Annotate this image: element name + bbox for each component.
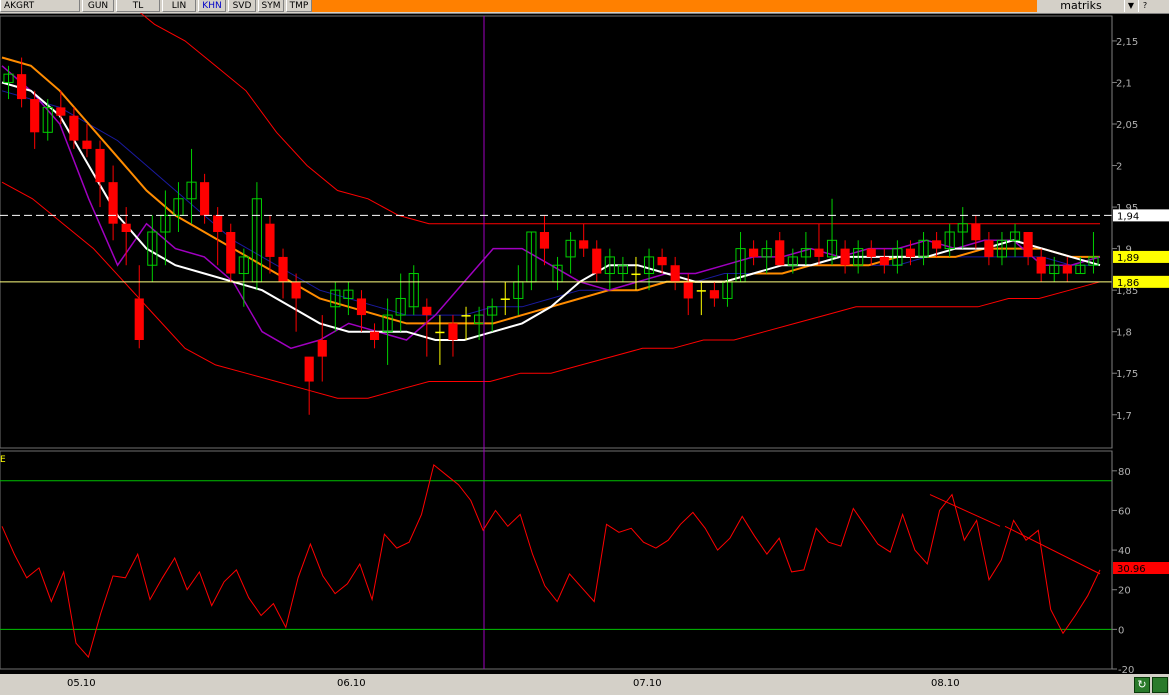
trendline <box>1004 525 1101 575</box>
help-button[interactable]: ? <box>1138 0 1151 12</box>
price-tick-label: 1,8 <box>1116 328 1132 339</box>
candle-body <box>814 248 824 257</box>
osc-tick-label: -20 <box>1118 665 1134 674</box>
price-marker-label: 1,89 <box>1117 253 1139 264</box>
osc-tick-label: 60 <box>1118 506 1131 517</box>
volume-svd-button[interactable]: SVD <box>228 0 256 12</box>
candle-body <box>291 281 301 299</box>
candle-body <box>683 281 693 299</box>
dropdown-arrow-icon[interactable]: ▼ <box>1124 0 1137 12</box>
candle-body <box>369 331 380 340</box>
candle-body <box>278 256 288 282</box>
candle-body <box>749 248 759 257</box>
date-axis-bar <box>0 674 1169 695</box>
candle-body <box>775 240 785 266</box>
brand-logo: matriks <box>1040 0 1122 12</box>
candle-body <box>95 148 105 183</box>
candle-body <box>670 265 680 282</box>
oscillator-label: E <box>0 455 6 465</box>
trendline <box>929 494 1001 527</box>
osc-tick-label: 80 <box>1118 467 1131 478</box>
candle-body <box>592 248 602 274</box>
price-marker-label: 1,94 <box>1117 211 1139 222</box>
candle-body <box>56 107 66 116</box>
oscillator-panel <box>0 464 1112 659</box>
candle-body <box>448 323 458 340</box>
price-tick-label: 2 <box>1116 162 1122 173</box>
candle-body <box>200 182 210 216</box>
ma-orange-line <box>1 56 1100 325</box>
candle-body <box>840 248 850 266</box>
candle-body <box>971 223 981 241</box>
settings-icon[interactable] <box>1152 677 1168 693</box>
candle-body <box>984 240 994 257</box>
candle-body <box>709 290 719 299</box>
candle-body <box>265 223 275 257</box>
date-label: 08.10 <box>931 678 960 689</box>
scale-lin-button[interactable]: LIN <box>162 0 196 12</box>
candle-body <box>213 215 223 232</box>
candle-body <box>121 223 131 232</box>
candlesticks <box>3 57 1099 415</box>
candle-body <box>30 99 40 133</box>
candle-body <box>866 248 876 257</box>
candle-body <box>356 298 367 316</box>
price-tick-label: 2,05 <box>1116 120 1138 131</box>
price-tick-label: 1,75 <box>1116 369 1138 380</box>
bollinger-lower-line <box>1 181 1101 399</box>
candle-body <box>631 273 641 276</box>
candle-body <box>905 248 916 257</box>
osc-tick-label: 20 <box>1118 586 1131 597</box>
candle-body <box>134 298 144 340</box>
candle-body <box>932 240 942 249</box>
price-axis: 2,152,12,0521,951,91,851,81,751,71,941,8… <box>1111 16 1169 448</box>
date-label: 05.10 <box>67 678 96 689</box>
template-tmp-button[interactable]: TMP <box>286 0 312 12</box>
symbol-field[interactable]: AKGRT <box>0 0 80 12</box>
title-bar-strip <box>312 0 1037 12</box>
candle-body <box>696 290 706 292</box>
candle-body <box>461 315 471 317</box>
symbol-sym-button[interactable]: SYM <box>258 0 284 12</box>
oscillator-line <box>1 464 1101 659</box>
candle-body <box>422 306 432 316</box>
price-tick-label: 2,1 <box>1116 78 1132 89</box>
date-label: 06.10 <box>337 678 366 689</box>
candle-body <box>1062 265 1072 274</box>
candle-body <box>1036 256 1046 274</box>
refresh-icon[interactable]: ↻ <box>1134 677 1150 693</box>
candle-body <box>500 298 510 300</box>
ma-white-line <box>1 81 1101 341</box>
period-gun-button[interactable]: GUN <box>82 0 114 12</box>
candle-body <box>69 115 79 141</box>
osc-marker-label: 30.96 <box>1117 564 1146 575</box>
candle-body <box>304 356 314 382</box>
price-chart[interactable]: 2,152,12,0521,951,91,851,81,751,71,941,8… <box>0 13 1169 674</box>
chart-type-khn-button[interactable]: KHN <box>198 0 226 12</box>
price-tick-label: 1,7 <box>1116 411 1132 422</box>
chart-toolbar: AKGRT GUN TL LIN KHN SVD SYM TMP matriks… <box>0 0 1169 14</box>
bollinger-bands <box>1 13 1101 399</box>
moving-averages <box>1 56 1101 350</box>
price-marker-label: 1,86 <box>1117 278 1139 289</box>
osc-tick-label: 0 <box>1118 625 1124 636</box>
date-label: 07.10 <box>633 678 662 689</box>
candle-body <box>657 256 667 266</box>
candle-body <box>82 140 92 149</box>
candle-body <box>317 340 327 357</box>
candle-body <box>108 182 118 224</box>
candle-body <box>879 256 889 266</box>
currency-tl-button[interactable]: TL <box>116 0 160 12</box>
candle-body <box>226 232 236 274</box>
price-tick-label: 2,15 <box>1116 37 1138 48</box>
candle-body <box>579 240 589 249</box>
oscillator-axis: 80 60 40 20 0 -20 30.96 <box>1111 451 1169 674</box>
candle-body <box>435 331 445 334</box>
candle-body <box>17 74 27 100</box>
candle-body <box>1023 232 1033 257</box>
osc-tick-label: 40 <box>1118 546 1131 557</box>
bollinger-upper-line <box>139 13 1100 225</box>
candle-body <box>539 232 550 249</box>
